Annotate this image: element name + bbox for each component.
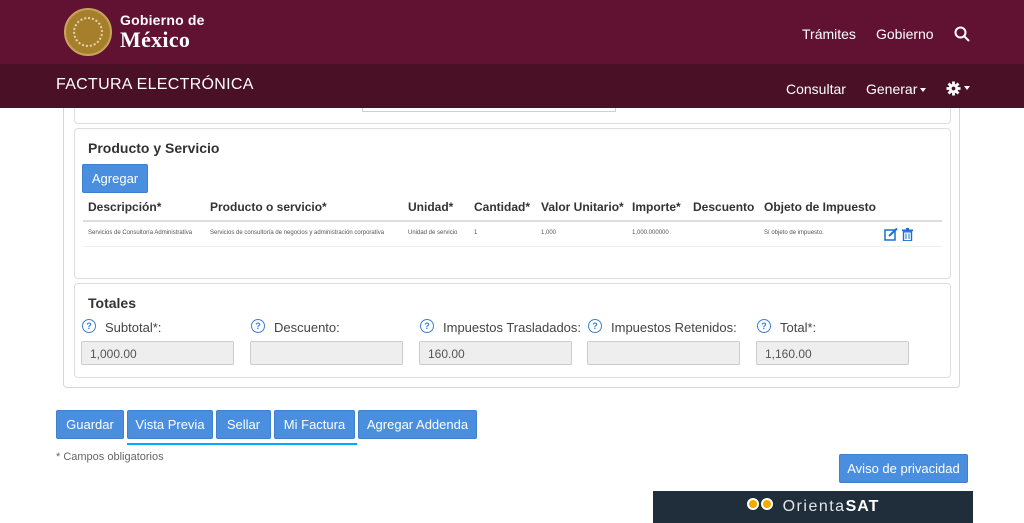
government-header: Gobierno de México Trámites Gobierno (0, 0, 1024, 64)
national-seal-icon (64, 8, 112, 56)
column-header: Valor Unitario* (541, 200, 624, 214)
app-title: FACTURA ELECTRÓNICA (56, 76, 254, 93)
agregar-addenda-button[interactable]: Agregar Addenda (358, 410, 477, 439)
total-field: 1,160.00 (756, 341, 909, 365)
menu-generar[interactable]: Generar (866, 81, 927, 97)
help-icon[interactable]: ? (588, 319, 602, 333)
mi-factura-button[interactable]: Mi Factura (274, 410, 355, 439)
agregar-button[interactable]: Agregar (82, 164, 148, 193)
descuento-label: Descuento: (274, 320, 340, 335)
cell-valor-unitario: 1,000 (541, 230, 557, 236)
trasladados-label: Impuestos Trasladados: (443, 320, 582, 335)
subtotal-field: 1,000.00 (81, 341, 234, 365)
column-header: Producto o servicio* (210, 200, 327, 214)
column-header: Unidad* (408, 200, 454, 214)
orienta-prefix: Orienta (782, 498, 846, 515)
search-icon[interactable] (954, 26, 970, 42)
cell-cantidad: 1 (474, 230, 478, 236)
help-icon[interactable]: ? (251, 319, 265, 333)
column-header: Cantidad* (474, 200, 531, 214)
total-label: Total*: (780, 320, 817, 335)
cell-unidad: Unidad de servicio (408, 230, 458, 236)
focus-underline (127, 443, 357, 445)
cell-importe: 1,000.000000 (632, 230, 669, 236)
cell-descripcion: Servicios de Consultoría Administrativa (88, 230, 193, 236)
cell-objeto: Sí objeto de impuesto. (764, 230, 824, 236)
edit-icon[interactable] (884, 228, 898, 241)
settings-menu[interactable] (946, 79, 970, 96)
gobierno-logo[interactable]: Gobierno de México (64, 8, 205, 56)
orientasat-banner[interactable]: OrientaSAT (653, 491, 973, 523)
app-header: FACTURA ELECTRÓNICA Consultar Generar (0, 64, 1024, 108)
required-fields-note: * Campos obligatorios (56, 451, 164, 463)
sellar-button[interactable]: Sellar (216, 410, 271, 439)
previous-field[interactable] (362, 108, 616, 112)
orienta-suffix: SAT (845, 498, 880, 515)
descuento-field (250, 341, 403, 365)
row-divider (83, 246, 942, 247)
table-header-divider (83, 220, 942, 222)
help-icon[interactable]: ? (420, 319, 434, 333)
caret-down-icon (920, 88, 927, 93)
trasladados-field: 160.00 (419, 341, 572, 365)
help-icon[interactable]: ? (82, 319, 96, 333)
owl-logo-icon (746, 498, 775, 516)
retenidos-label: Impuestos Retenidos: (611, 320, 737, 335)
page: Gobierno de México Trámites Gobierno FAC… (0, 0, 1024, 523)
column-header: Objeto de Impuesto (764, 200, 877, 214)
help-icon[interactable]: ? (757, 319, 771, 333)
logo-line2: México (120, 27, 191, 52)
menu-consultar[interactable]: Consultar (786, 81, 846, 97)
trash-icon[interactable] (902, 228, 913, 241)
column-header: Descripción* (88, 200, 162, 214)
nav-tramites[interactable]: Trámites (802, 26, 856, 42)
retenidos-field (587, 341, 740, 365)
column-header: Importe* (632, 200, 681, 214)
caret-down-icon (964, 86, 970, 91)
subtotal-label: Subtotal*: (105, 320, 162, 335)
producto-servicio-title: Producto y Servicio (88, 140, 220, 156)
gear-icon (946, 81, 961, 96)
menu-generar-label: Generar (866, 81, 918, 97)
totales-title: Totales (88, 295, 136, 311)
guardar-button[interactable]: Guardar (56, 410, 124, 439)
nav-gobierno[interactable]: Gobierno (876, 26, 934, 42)
cell-producto: Servicios de consultoría de negocios y a… (210, 230, 385, 236)
column-header: Descuento (693, 200, 755, 214)
logo-line1: Gobierno de (120, 12, 205, 28)
aviso-privacidad-button[interactable]: Aviso de privacidad (839, 454, 968, 483)
orientasat-text: OrientaSAT (783, 498, 880, 516)
vista-previa-button[interactable]: Vista Previa (127, 410, 213, 439)
